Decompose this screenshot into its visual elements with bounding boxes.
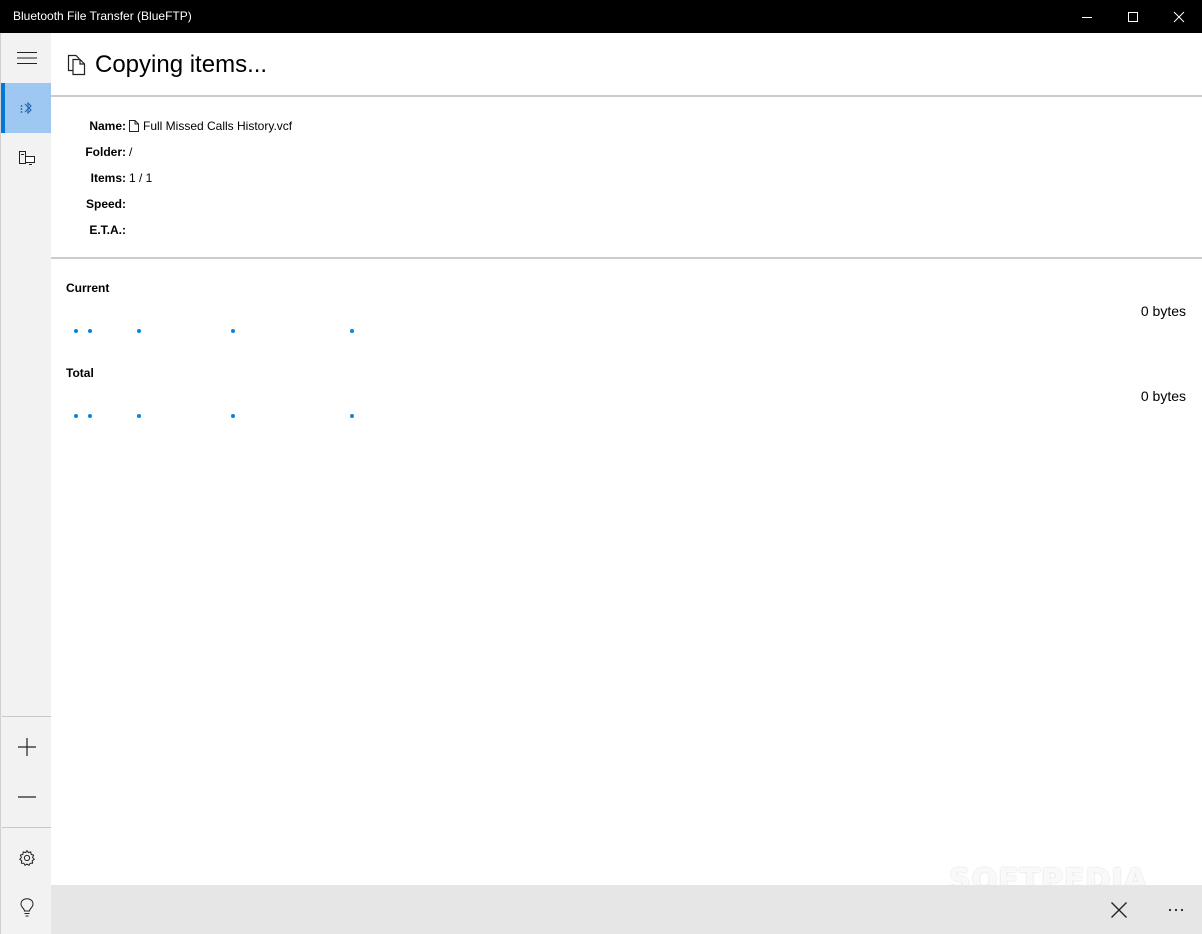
lightbulb-icon [19, 898, 34, 917]
name-value-wrap: Full Missed Calls History.vcf [129, 117, 292, 135]
cancel-copy-button[interactable] [1095, 885, 1143, 934]
add-icon [17, 738, 36, 756]
settings-button[interactable] [1, 833, 52, 883]
progress-dot [350, 329, 354, 333]
sidebar [0, 33, 52, 934]
remove-icon [17, 796, 36, 798]
page-header: Copying items... [51, 33, 1202, 96]
devices-icon [18, 151, 35, 165]
main-content: Copying items... Name: Full Missed Calls… [51, 33, 1202, 934]
progress-dot [231, 414, 235, 418]
total-progress-indeterminate [66, 414, 1186, 420]
hamburger-icon [16, 52, 37, 64]
close-window-icon [1173, 11, 1185, 22]
info-divider [51, 257, 1202, 259]
command-bar [51, 885, 1202, 934]
progress-dot [231, 329, 235, 333]
minimize-icon [1082, 16, 1092, 18]
progress-dot [137, 414, 141, 418]
total-label: Total [66, 366, 94, 380]
settings-icon [18, 850, 35, 866]
items-value: 1 / 1 [129, 171, 153, 185]
eta-row: E.T.A.: [51, 221, 1202, 239]
page-title: Copying items... [95, 51, 268, 78]
progress-dot [88, 414, 92, 418]
tips-button[interactable] [1, 883, 52, 933]
nav-bluetooth[interactable] [1, 83, 52, 133]
menu-button[interactable] [1, 33, 52, 83]
eta-label: E.T.A.: [89, 223, 126, 237]
close-window-button[interactable] [1156, 0, 1202, 33]
minimize-button[interactable] [1064, 0, 1110, 33]
folder-row: Folder: / [51, 143, 1202, 161]
folder-value: / [129, 145, 133, 159]
current-progress-indeterminate [66, 329, 1186, 335]
window-title: Bluetooth File Transfer (BlueFTP) [13, 9, 192, 23]
speed-row: Speed: [51, 195, 1202, 213]
copy-icon [67, 54, 86, 76]
bluetooth-icon [20, 101, 32, 115]
name-label: Name: [89, 119, 126, 133]
sidebar-divider [2, 827, 52, 828]
name-value: Full Missed Calls History.vcf [143, 119, 293, 133]
sidebar-divider [2, 716, 52, 717]
total-bytes: 0 bytes [1140, 388, 1186, 404]
folder-label: Folder: [85, 145, 126, 159]
remove-button[interactable] [1, 772, 52, 822]
progress-dot [88, 329, 92, 333]
maximize-button[interactable] [1110, 0, 1156, 33]
items-label: Items: [90, 171, 126, 185]
progress-dot [350, 414, 354, 418]
progress-dot [74, 329, 78, 333]
more-icon [1168, 908, 1184, 911]
maximize-icon [1128, 11, 1138, 22]
more-options-button[interactable] [1152, 885, 1200, 934]
header-divider [51, 95, 1202, 97]
add-button[interactable] [1, 722, 52, 772]
current-bytes: 0 bytes [1140, 303, 1186, 319]
current-label: Current [66, 281, 110, 295]
progress-dot [137, 329, 141, 333]
items-row: Items: 1 / 1 [51, 169, 1202, 187]
file-icon [129, 120, 139, 132]
progress-dot [74, 414, 78, 418]
nav-devices[interactable] [1, 133, 52, 183]
speed-label: Speed: [85, 197, 126, 211]
title-bar: Bluetooth File Transfer (BlueFTP) [0, 0, 1202, 33]
close-icon [1111, 901, 1127, 918]
name-row: Name: Full Missed Calls History.vcf [51, 117, 1202, 135]
